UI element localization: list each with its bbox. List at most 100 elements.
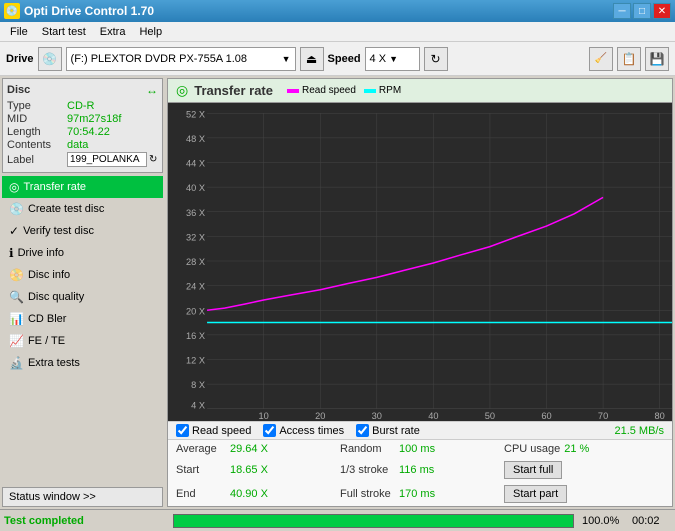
disc-label-refresh-icon[interactable]: ↻ xyxy=(149,154,157,165)
disc-contents-val: data xyxy=(67,139,88,151)
disc-panel-title: Disc xyxy=(7,84,30,96)
read-speed-checkbox[interactable] xyxy=(176,424,189,437)
speed-select[interactable]: 4 X ▼ xyxy=(365,47,420,71)
speed-value: 4 X xyxy=(370,53,387,65)
random-label: Random xyxy=(340,443,395,455)
disc-type-key: Type xyxy=(7,100,67,112)
start-part-button[interactable]: Start part xyxy=(504,485,567,503)
maximize-button[interactable]: □ xyxy=(633,3,651,19)
refresh-button[interactable]: ↻ xyxy=(424,47,448,71)
burst-rate-value: 21.5 MB/s xyxy=(614,425,664,437)
drive-dropdown-icon[interactable]: ▼ xyxy=(282,54,291,64)
drive-select[interactable]: (F:) PLEXTOR DVDR PX-755A 1.08 ▼ xyxy=(66,47,296,71)
disc-label-key: Label xyxy=(7,154,67,166)
minimize-button[interactable]: ─ xyxy=(613,3,631,19)
start-val: 18.65 X xyxy=(230,464,275,476)
svg-text:40 X: 40 X xyxy=(186,183,205,193)
cpu-label: CPU usage xyxy=(504,443,560,455)
start-stat: Start 18.65 X xyxy=(176,460,336,480)
access-times-checkbox-label: Access times xyxy=(279,425,344,437)
stats-row-1: Average 29.64 X Random 100 ms CPU usage … xyxy=(168,440,672,458)
svg-text:70: 70 xyxy=(598,411,608,421)
sidebar-label-cd-bler: CD Bler xyxy=(28,313,67,325)
menu-help[interactable]: Help xyxy=(133,25,168,39)
stats-row-2: Start 18.65 X 1/3 stroke 116 ms Start fu… xyxy=(168,458,672,482)
save-button[interactable]: 💾 xyxy=(645,47,669,71)
disc-length-key: Length xyxy=(7,126,67,138)
speed-dropdown-icon[interactable]: ▼ xyxy=(389,54,398,64)
title-bar: 💿 Opti Drive Control 1.70 ─ □ ✕ xyxy=(0,0,675,22)
burst-rate-checkbox[interactable] xyxy=(356,424,369,437)
sidebar-item-fe-te[interactable]: 📈 FE / TE xyxy=(2,330,163,352)
erase-button[interactable]: 🧹 xyxy=(589,47,613,71)
cpu-val: 21 % xyxy=(564,443,604,455)
sidebar-item-extra-tests[interactable]: 🔬Extra tests xyxy=(2,352,163,374)
close-button[interactable]: ✕ xyxy=(653,3,671,19)
stroke-label: 1/3 stroke xyxy=(340,464,395,476)
disc-mid-val: 97m27s18f xyxy=(67,113,121,125)
sidebar-item-drive-info[interactable]: ℹDrive info xyxy=(2,242,163,264)
svg-text:16 X: 16 X xyxy=(186,331,205,341)
svg-text:50: 50 xyxy=(485,411,495,421)
legend-read-speed: Read speed xyxy=(287,85,356,96)
svg-text:8 X: 8 X xyxy=(191,380,205,390)
svg-text:48 X: 48 X xyxy=(186,134,205,144)
status-progress-area: 100.0% 00:02 xyxy=(165,514,675,528)
svg-text:4 X: 4 X xyxy=(191,401,205,411)
sidebar-item-disc-quality[interactable]: 🔍Disc quality xyxy=(2,286,163,308)
sidebar-item-cd-bler[interactable]: 📊CD Bler xyxy=(2,308,163,330)
sidebar-icon-fe-te: 📈 xyxy=(9,334,24,348)
menu-file[interactable]: File xyxy=(4,25,34,39)
svg-text:36 X: 36 X xyxy=(186,208,205,218)
svg-text:24 X: 24 X xyxy=(186,282,205,292)
sidebar-label-drive-info: Drive info xyxy=(18,247,64,259)
full-stroke-stat: Full stroke 170 ms xyxy=(340,484,500,504)
sidebar-label-transfer-rate: Transfer rate xyxy=(23,181,86,193)
sidebar-item-create-test-disc[interactable]: 💿Create test disc xyxy=(2,198,163,220)
average-stat: Average 29.64 X xyxy=(176,442,336,456)
svg-text:80: 80 xyxy=(655,411,665,421)
disc-contents-key: Contents xyxy=(7,139,67,151)
disc-panel: Disc ↔ Type CD-R MID 97m27s18f Length 70… xyxy=(2,78,163,173)
status-completed-text: Test completed xyxy=(0,515,165,527)
sidebar-item-disc-info[interactable]: 📀Disc info xyxy=(2,264,163,286)
chart-svg: 52 X 48 X 44 X 40 X 36 X 32 X 28 X 24 X … xyxy=(168,103,672,421)
sidebar-icon-disc-info: 📀 xyxy=(9,268,24,282)
cpu-stat: CPU usage 21 % xyxy=(504,442,664,456)
menu-bar: File Start test Extra Help xyxy=(0,22,675,42)
stroke-stat: 1/3 stroke 116 ms xyxy=(340,460,500,480)
eject-button[interactable]: ⏏ xyxy=(300,47,324,71)
sidebar-icon-verify-test-disc: ✓ xyxy=(9,224,19,238)
copy-button[interactable]: 📋 xyxy=(617,47,641,71)
start-full-item: Start full xyxy=(504,460,664,480)
menu-start-test[interactable]: Start test xyxy=(36,25,92,39)
start-part-item: Start part xyxy=(504,484,664,504)
sidebar-icon-disc-quality: 🔍 xyxy=(9,290,24,304)
sidebar-item-verify-test-disc[interactable]: ✓Verify test disc xyxy=(2,220,163,242)
access-times-checkbox[interactable] xyxy=(263,424,276,437)
end-stat: End 40.90 X xyxy=(176,484,336,504)
start-full-button[interactable]: Start full xyxy=(504,461,562,479)
status-window-button[interactable]: Status window >> xyxy=(2,487,163,507)
legend-read-speed-label: Read speed xyxy=(302,85,356,96)
disc-mid-key: MID xyxy=(7,113,67,125)
sidebar-item-transfer-rate[interactable]: ◎Transfer rate xyxy=(2,176,163,198)
burst-rate-checkbox-item: Burst rate xyxy=(356,424,420,437)
svg-text:40: 40 xyxy=(428,411,438,421)
svg-text:44 X: 44 X xyxy=(186,159,205,169)
speed-label: Speed xyxy=(328,53,361,65)
avg-key: Average xyxy=(176,443,226,455)
stats-row-3: End 40.90 X Full stroke 170 ms Start par… xyxy=(168,482,672,506)
access-times-checkbox-item: Access times xyxy=(263,424,344,437)
main-content: Disc ↔ Type CD-R MID 97m27s18f Length 70… xyxy=(0,76,675,509)
disc-panel-arrow[interactable]: ↔ xyxy=(146,83,158,97)
sidebar-label-fe-te: FE / TE xyxy=(28,335,65,347)
sidebar-label-extra-tests: Extra tests xyxy=(28,357,80,369)
burst-rate-checkbox-label: Burst rate xyxy=(372,425,420,437)
random-val: 100 ms xyxy=(399,443,439,455)
legend-read-speed-color xyxy=(287,89,299,93)
svg-text:28 X: 28 X xyxy=(186,257,205,267)
disc-label-input[interactable] xyxy=(67,152,147,167)
svg-text:10: 10 xyxy=(259,411,269,421)
menu-extra[interactable]: Extra xyxy=(94,25,132,39)
